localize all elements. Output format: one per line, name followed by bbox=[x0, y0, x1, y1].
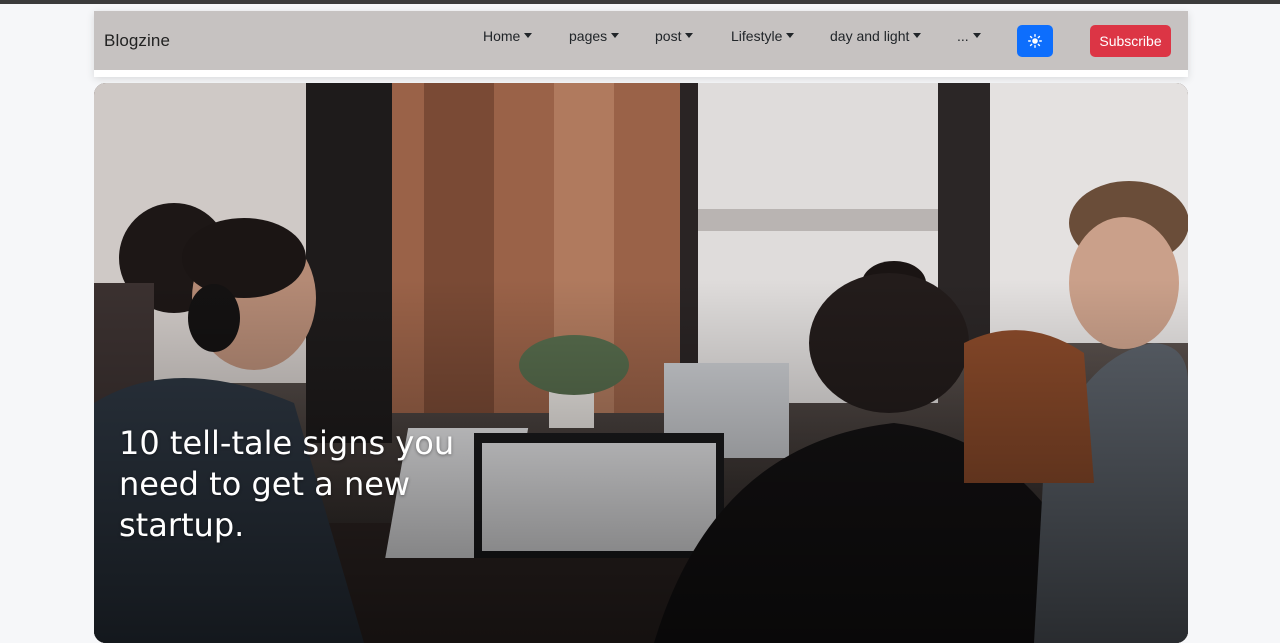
nav-item-pages[interactable]: pages bbox=[569, 28, 620, 44]
browser-top-bar bbox=[0, 0, 1280, 4]
header: Blogzine Home pages post Lifestyle day a… bbox=[94, 11, 1188, 77]
nav-item-home[interactable]: Home bbox=[483, 28, 533, 44]
caret-down-icon bbox=[786, 33, 795, 38]
theme-toggle-button[interactable] bbox=[1017, 25, 1053, 57]
caret-down-icon bbox=[611, 33, 620, 38]
nav-item-label: Lifestyle bbox=[731, 28, 783, 44]
brand-logo[interactable]: Blogzine bbox=[104, 31, 170, 51]
nav-item-label: ... bbox=[957, 28, 969, 44]
sun-icon bbox=[1028, 34, 1042, 48]
subscribe-button[interactable]: Subscribe bbox=[1090, 25, 1171, 57]
nav-item-more[interactable]: ... bbox=[957, 28, 981, 44]
caret-down-icon bbox=[972, 33, 981, 38]
nav-item-label: day and light bbox=[830, 28, 910, 44]
hero-image bbox=[94, 83, 1188, 643]
caret-down-icon bbox=[685, 33, 694, 38]
nav-item-label: post bbox=[655, 28, 682, 44]
nav-item-label: pages bbox=[569, 28, 608, 44]
caret-down-icon bbox=[913, 33, 922, 38]
hero-card[interactable]: 10 tell-tale signs you need to get a new… bbox=[94, 83, 1188, 643]
caret-down-icon bbox=[524, 33, 533, 38]
nav-item-label: Home bbox=[483, 28, 521, 44]
nav-item-post[interactable]: post bbox=[655, 28, 694, 44]
nav-item-lifestyle[interactable]: Lifestyle bbox=[731, 28, 795, 44]
hero-title[interactable]: 10 tell-tale signs you need to get a new… bbox=[119, 423, 539, 546]
nav-item-day-and-light[interactable]: day and light bbox=[830, 28, 922, 44]
navbar: Blogzine Home pages post Lifestyle day a… bbox=[94, 11, 1188, 70]
